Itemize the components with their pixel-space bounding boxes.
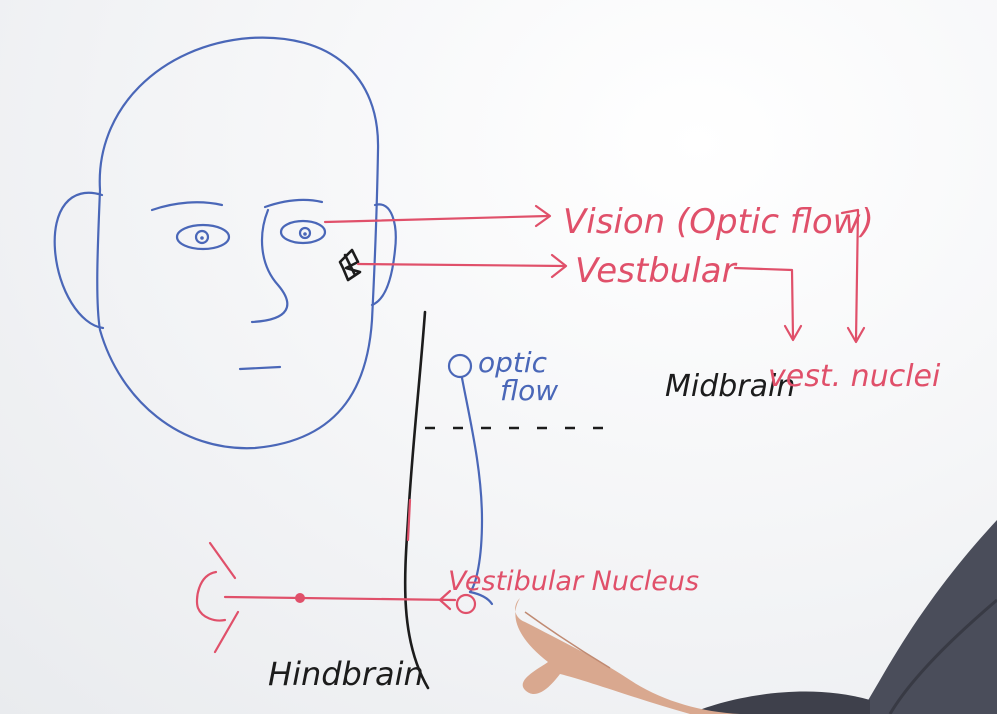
diagram-canvas: Vision (Optic flow) Vestbular Midbrain v… (53, 36, 997, 714)
vest-nuclei-label: vest. nuclei (768, 359, 941, 394)
left-eyebrow (150, 201, 224, 212)
head-outline (96, 36, 380, 450)
vision-label: Vision (Optic flow) (563, 202, 874, 242)
vestibular-to-midbrain-arrow (733, 266, 803, 342)
vestibular-arrow (356, 253, 568, 279)
optic-label-line2: flow (500, 374, 558, 407)
vision-arrow (323, 204, 552, 228)
nucleus-to-organ-arrow (223, 589, 457, 611)
vestibular-label: Vestbular (575, 251, 738, 291)
face-drawing (53, 36, 397, 450)
brainstem-line (403, 310, 430, 690)
optic-flow-pathway (460, 376, 484, 594)
whiteboard: Vision (Optic flow) Vestbular Midbrain v… (0, 0, 997, 714)
vestibular-nucleus-node (455, 593, 477, 615)
left-ear (53, 191, 105, 330)
pathway-dot (295, 593, 305, 603)
vestibular-nucleus-label: Vestibular Nucleus (448, 566, 699, 597)
pointing-finger (515, 598, 740, 714)
right-eye (279, 219, 327, 245)
vestibular-organ-icon (338, 248, 362, 282)
right-eyebrow (263, 198, 324, 209)
right-pupil-dot (303, 232, 307, 236)
optic-flow-node (447, 353, 473, 379)
left-pupil-dot (200, 236, 204, 240)
hindbrain-label: Hindbrain (268, 655, 424, 693)
presenter-hand (515, 520, 997, 714)
mouth (238, 365, 282, 371)
